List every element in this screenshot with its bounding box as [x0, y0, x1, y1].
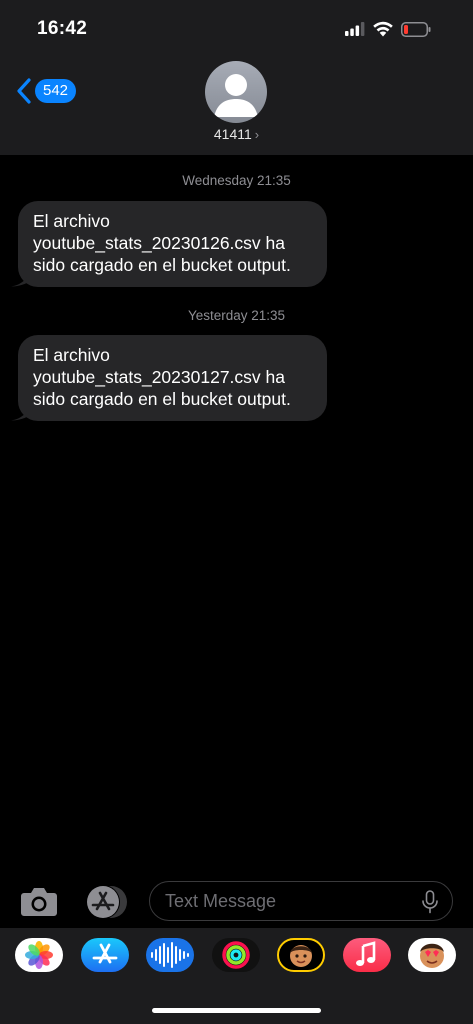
message-bubble[interactable]: El archivo youtube_stats_20230126.csv ha…	[11, 201, 327, 287]
music-icon[interactable]	[343, 938, 391, 972]
messages-screen: 16:42 542 41411 › Wednesday 21:35 El arc…	[0, 0, 473, 1024]
message-timestamp: Yesterday 21:35	[187, 308, 286, 323]
memoji-stickers-icon[interactable]	[408, 938, 456, 972]
message-line: sido cargado en el bucket output.	[33, 389, 291, 409]
message-input[interactable]	[149, 881, 453, 921]
contact-name[interactable]: 41411 ›	[0, 126, 473, 142]
memoji-icon[interactable]	[277, 938, 325, 972]
message-line: El archivo	[33, 211, 110, 231]
chevron-left-icon	[17, 78, 31, 104]
microphone-icon[interactable]	[420, 890, 440, 914]
photos-icon[interactable]	[15, 938, 63, 972]
message-bubble[interactable]: El archivo youtube_stats_20230127.csv ha…	[11, 335, 327, 421]
audio-message-icon[interactable]	[146, 938, 194, 972]
battery-icon	[401, 22, 431, 37]
status-time: 16:42	[37, 18, 88, 39]
bubble-tail	[11, 405, 29, 421]
camera-icon[interactable]	[20, 886, 58, 918]
app-store-apps-icon[interactable]	[83, 885, 129, 919]
message-line: youtube_stats_20230127.csv ha	[33, 367, 285, 387]
contact-name-label: 41411	[213, 126, 252, 142]
back-button[interactable]: 542	[16, 76, 77, 106]
app-store-icon[interactable]	[81, 938, 129, 972]
message-line: youtube_stats_20230126.csv ha	[33, 233, 285, 253]
person-icon	[214, 74, 258, 117]
bubble-tail	[11, 271, 29, 287]
conversation-header: 16:42 542 41411 ›	[0, 0, 473, 155]
activity-icon[interactable]	[212, 938, 260, 972]
home-indicator[interactable]	[152, 1008, 321, 1013]
message-line: sido cargado en el bucket output.	[33, 255, 291, 275]
wifi-icon	[373, 21, 393, 37]
message-timestamp: Wednesday 21:35	[182, 173, 291, 188]
unread-count-badge: 542	[35, 79, 77, 103]
chevron-right-icon: ›	[254, 127, 260, 142]
cellular-signal-icon	[345, 22, 365, 36]
contact-avatar[interactable]	[205, 61, 267, 123]
message-line: El archivo	[33, 345, 110, 365]
